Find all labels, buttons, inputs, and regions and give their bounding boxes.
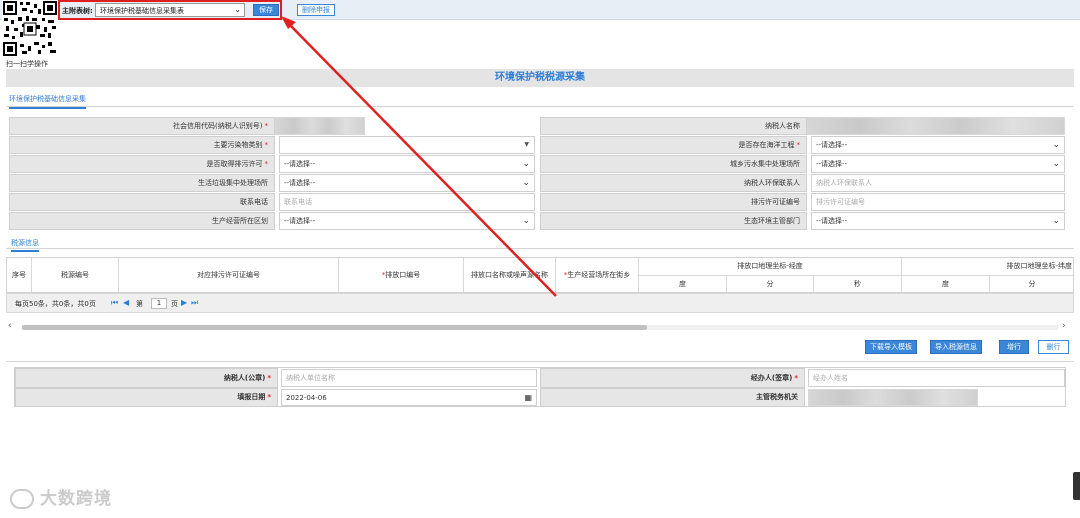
annotation-arrow-head <box>281 16 296 29</box>
side-panel-handle[interactable] <box>1073 472 1080 500</box>
watermark-text: 大数跨境 <box>40 489 112 509</box>
watermark-logo-icon <box>10 489 34 509</box>
annotation-arrow-line <box>286 21 557 297</box>
watermark: 大数跨境 <box>10 484 112 509</box>
annotation-arrow <box>281 16 557 297</box>
